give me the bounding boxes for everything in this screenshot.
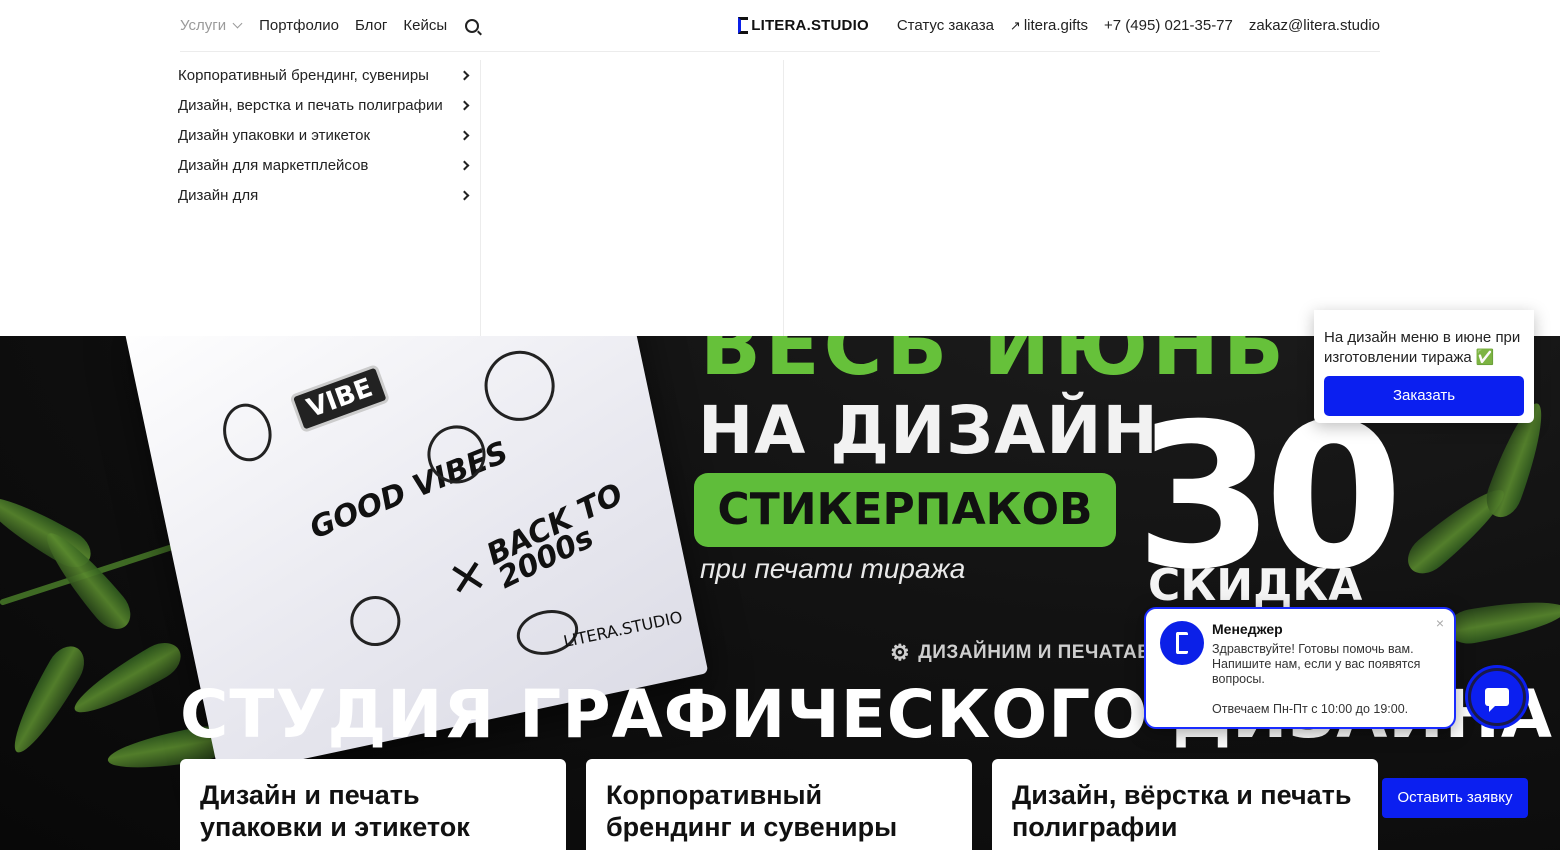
services-menu-item[interactable]: Дизайн, верстка и печать полиграфии: [178, 90, 480, 120]
nav-email-link[interactable]: zakaz@litera.studio: [1249, 17, 1380, 34]
services-menu-item[interactable]: Дизайн для: [178, 180, 480, 210]
chat-manager-name: Менеджер: [1212, 621, 1283, 637]
main-nav: Услуги Портфолио Блог Кейсы LITERA.STUDI…: [180, 0, 1380, 52]
menu-column-divider: [480, 60, 481, 336]
services-menu-item-label: Дизайн для маркетплейсов: [178, 156, 369, 174]
nav-portfolio[interactable]: Портфолио: [259, 17, 339, 34]
nav-services[interactable]: Услуги: [180, 17, 243, 34]
gear-icon: ⚙: [890, 640, 911, 665]
nav-blog[interactable]: Блог: [355, 17, 387, 34]
vibe-sticker: VIBE: [289, 363, 391, 434]
header-dropdown-panel: Услуги Портфолио Блог Кейсы LITERA.STUDI…: [0, 0, 1560, 336]
close-icon[interactable]: ×: [1436, 615, 1444, 631]
smile-sticker: [478, 344, 562, 428]
chat-message: Здравствуйте! Готовы помочь вам. Напишит…: [1212, 642, 1421, 686]
promo-popup: На дизайн меню в июне при изготовлении т…: [1314, 310, 1534, 423]
service-cards: Дизайн и печать упаковки и этикеток Корп…: [180, 759, 1380, 850]
promo-line-design: НА ДИЗАЙН: [698, 392, 1159, 469]
chevron-right-icon: [459, 100, 470, 110]
services-menu-item-label: Дизайн упаковки и этикеток: [178, 126, 371, 144]
nav-phone-link[interactable]: +7 (495) 021-35-77: [1104, 17, 1233, 34]
services-menu-item-label: Корпоративный брендинг, сувениры: [178, 66, 429, 84]
nav-gifts-label: litera.gifts: [1023, 17, 1089, 34]
chevron-right-icon: [459, 190, 470, 200]
promo-subtitle: при печати тиража: [700, 553, 966, 584]
nav-cases[interactable]: Кейсы: [403, 17, 447, 34]
chevron-right-icon: [459, 130, 470, 140]
nav-services-label: Услуги: [180, 17, 227, 34]
promo-popup-text: На дизайн меню в июне при изготовлении т…: [1324, 329, 1521, 366]
logo-mark-icon: [738, 17, 749, 34]
services-menu-item[interactable]: Дизайн упаковки и этикеток: [178, 120, 480, 150]
leaf-decoration: [35, 523, 139, 637]
leaf-decoration: [1444, 592, 1560, 648]
services-menu-item[interactable]: Корпоративный брендинг, сувениры: [178, 60, 480, 90]
litera-sticker: LITERA.STUDIO: [561, 607, 685, 652]
globe-sticker: [217, 399, 277, 466]
search-icon[interactable]: [465, 18, 480, 33]
nav-right: LITERA.STUDIO Статус заказа ↗ litera.gift…: [738, 17, 1380, 34]
spiral-sticker: [345, 591, 405, 651]
hero-tagline: ⚙ ДИЗАЙНИМ И ПЕЧАТАЕМ Н: [890, 640, 1187, 666]
service-card-printing[interactable]: Дизайн, вёрстка и печать полиграфии: [992, 759, 1378, 850]
nav-gifts-link[interactable]: ↗ litera.gifts: [1010, 17, 1088, 34]
chevron-down-icon: [232, 18, 243, 29]
services-menu-item-label: Дизайн, верстка и печать полиграфии: [178, 96, 443, 114]
logo-mark-icon: [1176, 632, 1188, 654]
external-arrow-icon: ↗: [1009, 18, 1021, 33]
menu-column-divider: [783, 60, 784, 336]
chevron-right-icon: [459, 70, 470, 80]
promo-badge: СТИКЕРПАКОВ: [694, 473, 1116, 547]
services-menu-item[interactable]: Дизайн для маркетплейсов: [178, 150, 480, 180]
x-sticker: ✕: [443, 547, 493, 609]
order-button[interactable]: Заказать: [1324, 376, 1524, 416]
promo-discount-label: СКИДКА: [1148, 560, 1363, 611]
service-card-packaging[interactable]: Дизайн и печать упаковки и этикеток: [180, 759, 566, 850]
leaf-decoration: [66, 635, 188, 725]
nav-order-status[interactable]: Статус заказа: [897, 17, 994, 34]
chat-open-button[interactable]: [1468, 668, 1526, 726]
leave-request-button[interactable]: Оставить заявку: [1382, 778, 1528, 818]
back-to-2000s-sticker: BACK TO 2000s: [481, 476, 629, 596]
service-card-branding[interactable]: Корпоративный брендинг и сувениры: [586, 759, 972, 850]
nav-left: Услуги Портфолио Блог Кейсы: [180, 17, 480, 34]
site-logo[interactable]: LITERA.STUDIO: [738, 17, 869, 34]
chat-hours: Отвечаем Пн-Пт с 10:00 до 19:00.: [1212, 702, 1409, 716]
services-menu: Корпоративный брендинг, сувениры Дизайн,…: [178, 60, 480, 210]
chat-greeting-bubble[interactable]: × Менеджер Здравствуйте! Готовы помочь в…: [1144, 607, 1456, 729]
chat-icon: [1485, 688, 1509, 712]
logo-text: LITERA.STUDIO: [751, 17, 869, 34]
chevron-right-icon: [459, 160, 470, 170]
avatar: [1160, 621, 1204, 665]
services-menu-item-label: Дизайн для: [178, 186, 259, 204]
